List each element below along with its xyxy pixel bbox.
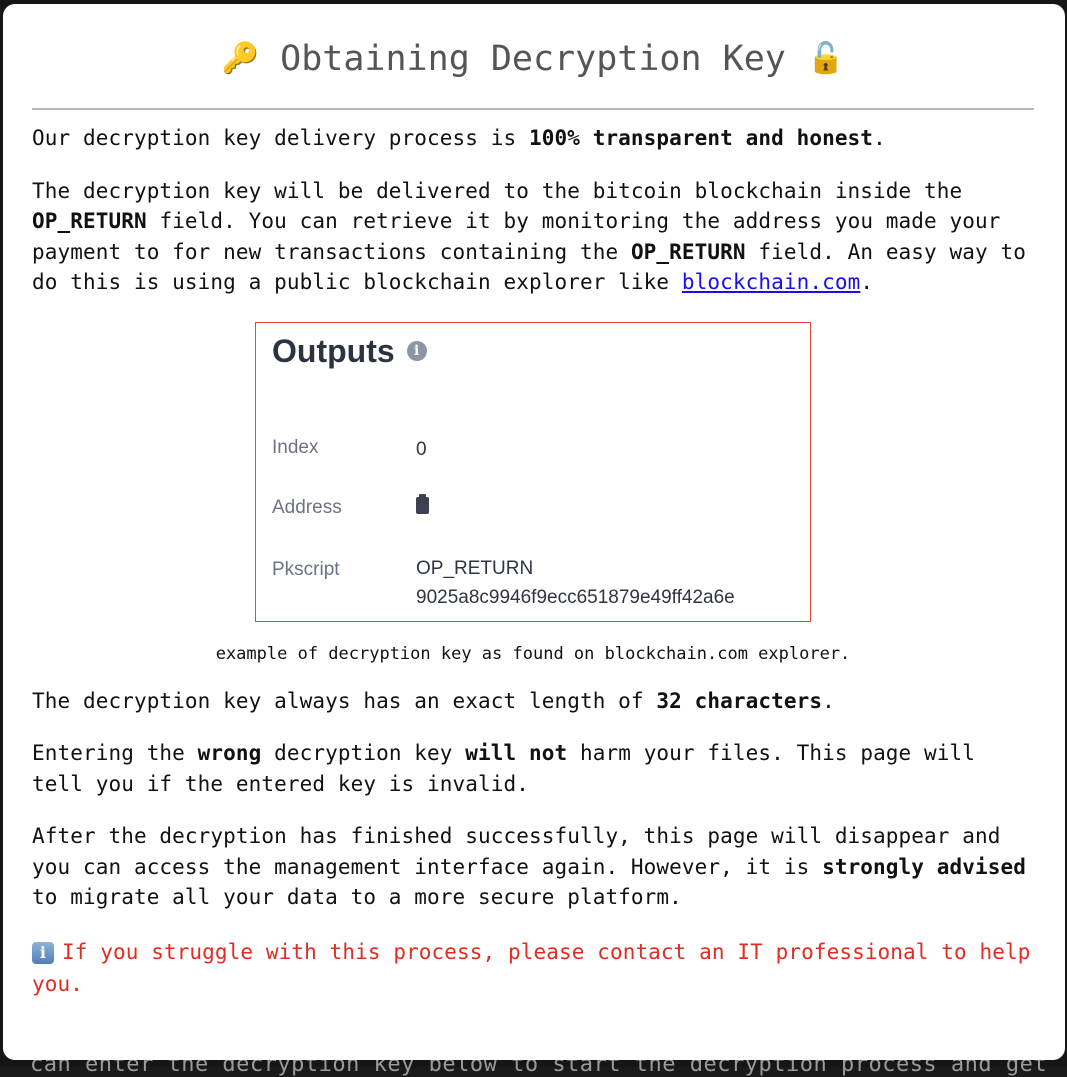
title-divider xyxy=(32,108,1034,110)
advised-emphasis: strongly advised xyxy=(822,854,1026,879)
output-label: Address xyxy=(272,496,342,518)
info-icon: i xyxy=(32,941,54,964)
modal-title-text: Obtaining Decryption Key xyxy=(280,39,786,79)
caption-site: blockchain.com xyxy=(604,643,748,664)
wrong-key-paragraph: Entering the wrong decryption key will n… xyxy=(32,738,1034,799)
output-label: Pkscript xyxy=(272,558,340,580)
info-icon: i xyxy=(406,341,427,361)
example-figure: Outputs i Index 0 Address Pkscript OP_RE… xyxy=(32,321,1034,664)
key-length-paragraph: The decryption key always has an exact l… xyxy=(32,686,1034,717)
outputs-heading-text: Outputs xyxy=(272,332,395,369)
will-not-emphasis: will not xyxy=(465,741,568,765)
output-value: OP_RETURN 9025a8c9946f9ecc651879e49ff42a… xyxy=(416,554,735,612)
output-value: 0 xyxy=(416,438,427,460)
key-icon: 🔑 xyxy=(221,41,260,76)
delivery-paragraph: The decryption key will be delivered to … xyxy=(32,176,1034,298)
intro-text: Our decryption key delivery process is xyxy=(32,126,529,150)
outputs-example-image: Outputs i Index 0 Address Pkscript OP_RE… xyxy=(255,321,811,622)
delivery-text-4: . xyxy=(860,270,874,294)
caption-text: example of decryption key as found on xyxy=(215,643,605,664)
op-return-code: OP_RETURN xyxy=(32,209,147,233)
delivery-text-1: The decryption key will be delivered to … xyxy=(32,178,963,203)
after-decryption-paragraph: After the decryption has finished succes… xyxy=(32,821,1034,913)
wrong-emphasis: wrong xyxy=(197,741,262,765)
wrong-text-1: Entering the xyxy=(32,741,198,765)
pkscript-op-return: OP_RETURN xyxy=(416,557,534,579)
intro-emphasis: 100% transparent and honest xyxy=(528,126,874,150)
length-end: . xyxy=(822,688,835,713)
output-value xyxy=(416,491,429,520)
unlocked-padlock-icon: 🔓 xyxy=(806,41,845,76)
modal-title: 🔑 Obtaining Decryption Key 🔓 xyxy=(32,34,1034,84)
help-notice-text: If you struggle with this process, pleas… xyxy=(32,939,1031,996)
blockchain-explorer-link[interactable]: blockchain.com xyxy=(682,270,860,294)
pkscript-decryption-key: 9025a8c9946f9ecc651879e49ff42a6e xyxy=(416,586,735,608)
intro-end: . xyxy=(873,126,886,150)
wrong-text-2: decryption key xyxy=(261,741,466,765)
outputs-heading: Outputs i xyxy=(272,333,427,370)
after-text-2: to migrate all your data to a more secur… xyxy=(32,885,682,909)
caption-end: explorer. xyxy=(747,643,851,664)
figure-caption: example of decryption key as found on bl… xyxy=(32,644,1034,664)
length-emphasis: 32 characters xyxy=(656,688,823,713)
op-return-code: OP_RETURN xyxy=(630,239,746,264)
output-label: Index xyxy=(272,436,319,458)
intro-paragraph: Our decryption key delivery process is 1… xyxy=(32,123,1034,154)
length-text: The decryption key always has an exact l… xyxy=(32,688,657,713)
help-notice: i If you struggle with this process, plea… xyxy=(32,936,1034,1000)
decryption-key-modal: 🔑 Obtaining Decryption Key 🔓 Our decrypt… xyxy=(3,4,1065,1060)
clipboard-icon xyxy=(416,493,429,514)
